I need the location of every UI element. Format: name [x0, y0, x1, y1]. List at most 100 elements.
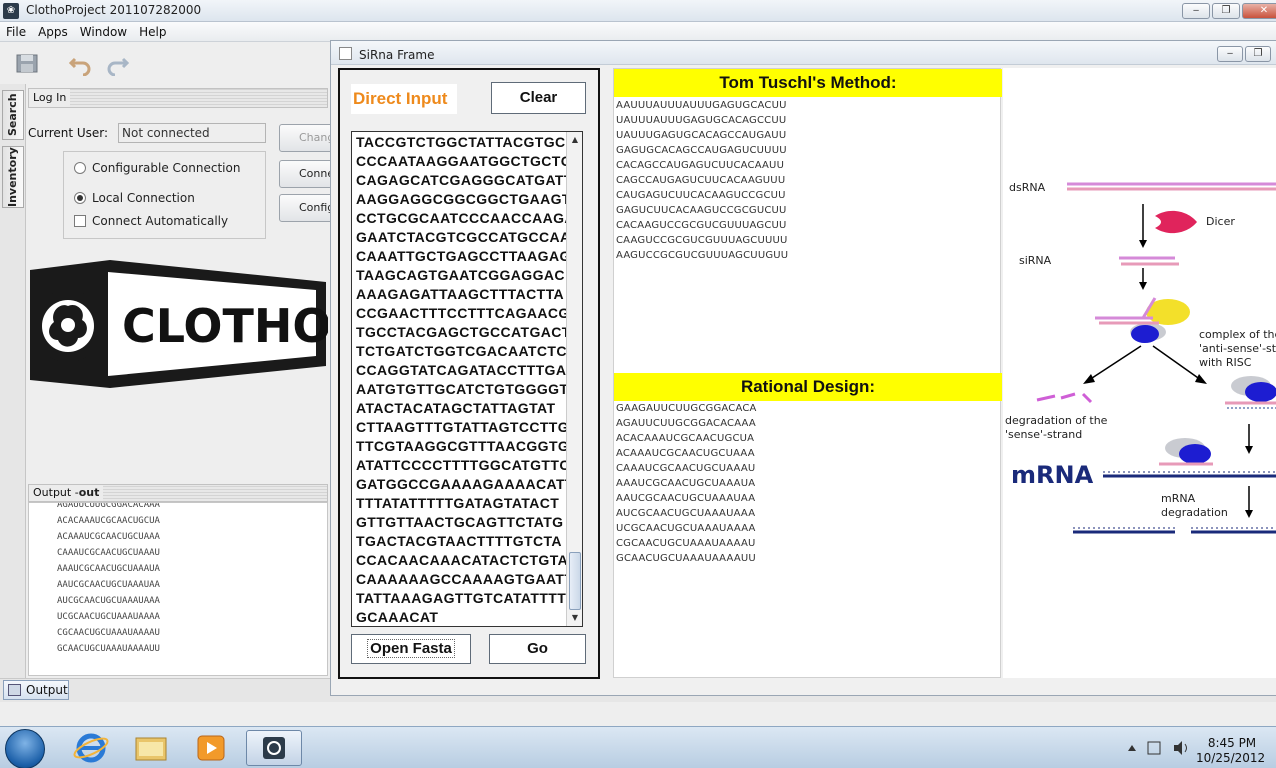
- sequence-line: AAAGAGATTAAGCTTTACTTA: [356, 286, 564, 302]
- rational-design-title: Rational Design:: [614, 373, 1002, 401]
- mrna-label: mRNA: [1011, 461, 1094, 489]
- open-fasta-button[interactable]: Open Fasta: [351, 634, 471, 664]
- radio-circle[interactable]: [74, 162, 86, 174]
- dsrna-label: dsRNA: [1009, 181, 1046, 194]
- radio-circle-selected[interactable]: [74, 192, 86, 204]
- sequence-line: TAAGCAGTGAATCGGAGGAC: [356, 267, 565, 283]
- sequence-line: CCGAACTTTCCTTTCAGAACG: [356, 305, 566, 321]
- mrna-degradation-label-1: mRNA: [1161, 492, 1196, 505]
- sequence-line: CAAAAAAGCCAAAAGTGAATT: [356, 571, 566, 587]
- rnai-diagram: dsRNA Dicer siRNA complex of the 'anti-s…: [1003, 68, 1276, 678]
- list-item: UCGCAACUGCUAAAUAAAA: [57, 612, 160, 622]
- undo-icon[interactable]: [68, 50, 94, 76]
- clotho-app-icon: ❀: [3, 3, 19, 19]
- login-header-label: Log In: [29, 89, 71, 107]
- degradation-label-2: 'sense'-strand: [1005, 428, 1082, 441]
- scroll-down-icon[interactable]: ▼: [569, 612, 581, 624]
- sequence-line: GTTGTTAACTGCAGTTCTATG: [356, 514, 564, 530]
- output-header-bold: out: [78, 486, 100, 499]
- frame-minimize-button[interactable]: ‒: [1217, 46, 1243, 62]
- checkbox-box[interactable]: [74, 215, 86, 227]
- sirna-frame: SiRna Frame ‒ ❐ Direct Input Clear TACCG…: [330, 40, 1276, 696]
- mrna-degradation-label-2: degradation: [1161, 506, 1228, 519]
- list-item: GAGUGCACAGCCAUGAGUCUUUU: [616, 145, 787, 156]
- rational-sequence-list[interactable]: GAAGAUUCUUGCGGACACA AGAUUCUUGCGGACACAAA …: [616, 401, 757, 566]
- clock-time[interactable]: 8:45 PM: [1200, 736, 1264, 750]
- list-item: UCGCAACUGCUAAAUAAAA: [616, 523, 756, 534]
- folder-icon[interactable]: [124, 730, 178, 766]
- results-panel: Tom Tuschl's Method: AAUUUAUUUAUUUGAGUGC…: [613, 68, 1002, 678]
- go-button[interactable]: Go: [489, 634, 586, 664]
- list-item: UAUUUGAGUGCACAGCCAUGAUU: [616, 130, 787, 141]
- degradation-label-1: degradation of the: [1005, 414, 1108, 427]
- side-tab-strip: Search Inventory: [0, 84, 26, 684]
- tab-inventory[interactable]: Inventory: [2, 146, 24, 208]
- output-tab[interactable]: Output: [3, 680, 69, 700]
- complex-label-1: complex of the: [1199, 328, 1276, 341]
- output-list[interactable]: AGAUUCUUGCGGACACAAA ACACAAAUCGCAACUGCUA …: [28, 502, 328, 676]
- minimize-button[interactable]: ‒: [1182, 3, 1210, 19]
- toolbar: [0, 43, 330, 83]
- tuschl-sequence-list[interactable]: AAUUUAUUUAUUUGAGUGCACUU UAUUUAUUUGAGUGCA…: [616, 98, 788, 263]
- sequence-textarea[interactable]: TACCGTCTGGCTATTACGTGC CCCAATAAGGAATGGCTGC…: [351, 131, 583, 627]
- taskbar: [0, 726, 1276, 768]
- clear-button[interactable]: Clear: [491, 82, 586, 114]
- list-item: CGCAACUGCUAAAUAAAAU: [57, 628, 160, 638]
- clock-date[interactable]: 10/25/2012: [1196, 751, 1265, 765]
- list-item: AAAUCGCAACUGCUAAAUA: [616, 478, 756, 489]
- start-button[interactable]: [5, 729, 45, 768]
- list-item: GCAACUGCUAAAUAAAAUU: [616, 553, 756, 564]
- list-item: ACAAAUCGCAACUGCUAAA: [616, 448, 755, 459]
- system-tray-icons[interactable]: [1124, 739, 1194, 757]
- tab-search[interactable]: Search: [2, 90, 24, 140]
- list-item: CAAAUCGCAACUGCUAAAU: [616, 463, 756, 474]
- checkbox-connect-automatically[interactable]: Connect Automatically: [74, 214, 228, 228]
- sequence-line: CCCAATAAGGAATGGCTGCTG: [356, 153, 566, 169]
- radio-local-connection[interactable]: Local Connection: [74, 191, 195, 205]
- connection-options: Configurable Connection Local Connection…: [63, 151, 266, 239]
- dicer-label: Dicer: [1206, 215, 1235, 228]
- list-item: ACACAAAUCGCAACUGCUA: [616, 433, 755, 444]
- media-player-icon[interactable]: [184, 730, 238, 766]
- frame-maximize-button[interactable]: ❐: [1245, 46, 1271, 62]
- sequence-line: CCTGCGCAATCCCAACCAAGA: [356, 210, 566, 226]
- direct-input-label: Direct Input: [351, 84, 457, 114]
- clotho-taskbar-item[interactable]: [246, 730, 302, 766]
- list-item: AAUCGCAACUGCUAAAUAA: [57, 580, 160, 590]
- sequence-line: GATGGCCGAAAAGAAAACATT: [356, 476, 566, 492]
- scroll-up-icon[interactable]: ▲: [569, 134, 581, 146]
- menu-window[interactable]: Window: [74, 25, 133, 39]
- current-user-field: Not connected: [118, 123, 266, 143]
- sequence-scrollbar[interactable]: ▲ ▼: [566, 132, 582, 626]
- redo-icon[interactable]: [104, 50, 130, 76]
- menu-file[interactable]: File: [0, 25, 32, 39]
- list-item: AGAUUCUUGCGGACACAAA: [57, 502, 160, 510]
- window-title: ClothoProject 201107282000: [26, 3, 202, 17]
- list-item: GAAGAUUCUUGCGGACACA: [616, 403, 757, 414]
- internet-explorer-icon[interactable]: [64, 730, 118, 766]
- list-item: UAUUUAUUUGAGUGCACAGCCUU: [616, 115, 787, 126]
- direct-input-panel: Direct Input Clear TACCGTCTGGCTATTACGTGC…: [338, 68, 600, 679]
- menu-apps[interactable]: Apps: [32, 25, 74, 39]
- radio-configurable-connection[interactable]: Configurable Connection: [74, 161, 240, 175]
- complex-label-3: with RISC: [1199, 356, 1252, 369]
- sirna-frame-title: SiRna Frame: [359, 48, 435, 62]
- list-item: AUCGCAACUGCUAAAUAAA: [57, 596, 160, 606]
- sequence-line: TCTGATCTGGTCGACAATCTC: [356, 343, 566, 359]
- sequence-line: TTCGTAAGGCGTTTAACGGTG: [356, 438, 566, 454]
- list-item: CAAGUCCGCGUCGUUUAGCUUUU: [616, 235, 788, 246]
- tuschl-method-title: Tom Tuschl's Method:: [614, 69, 1002, 97]
- login-panel-header: Log In: [28, 88, 328, 108]
- menu-help[interactable]: Help: [133, 25, 172, 39]
- sequence-line: CAGAGCATCGAGGGCATGATT: [356, 172, 566, 188]
- maximize-button[interactable]: ❐: [1212, 3, 1240, 19]
- sequence-line: GAATCTACGTCGCCATGCCAA: [356, 229, 566, 245]
- list-item: CAUGAGUCUUCACAAGUCCGCUU: [616, 190, 786, 201]
- sequence-text: TACCGTCTGGCTATTACGTGC CCCAATAAGGAATGGCTGC…: [356, 133, 566, 626]
- save-icon[interactable]: [14, 50, 40, 76]
- scroll-thumb[interactable]: [569, 552, 581, 610]
- close-button[interactable]: ✕: [1242, 3, 1276, 19]
- clotho-logo: CLOTHO: [26, 258, 332, 390]
- output-panel-header: Output - out: [28, 484, 328, 502]
- list-item: CGCAACUGCUAAAUAAAAU: [616, 538, 756, 549]
